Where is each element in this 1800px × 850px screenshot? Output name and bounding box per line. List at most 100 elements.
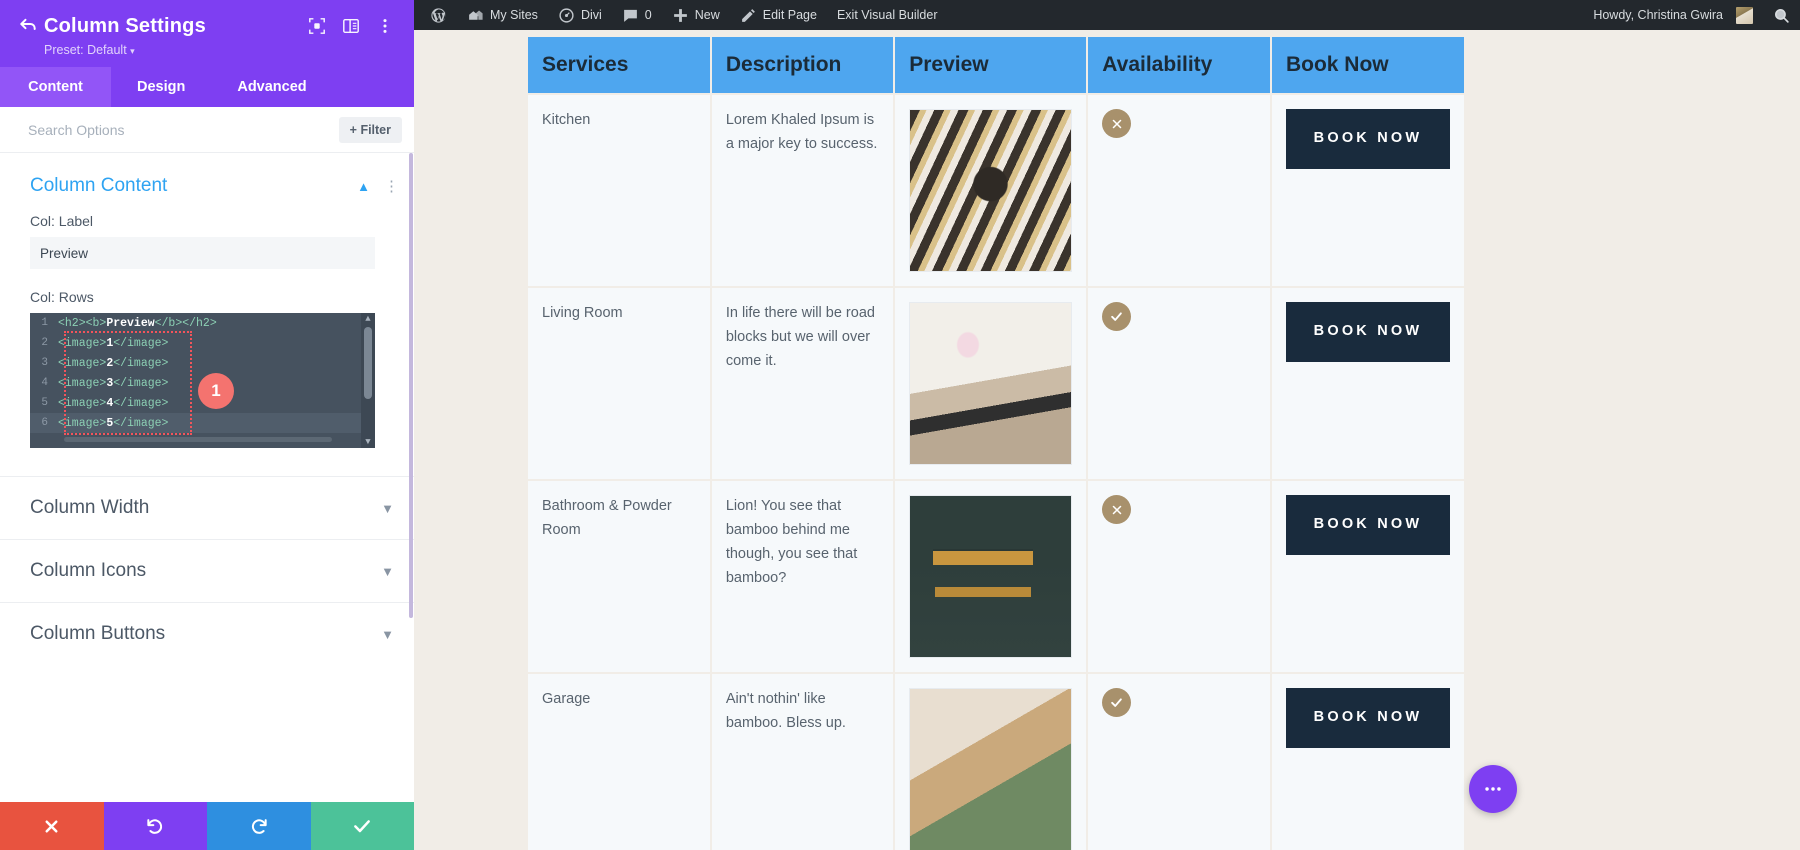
code-line[interactable]: 6 <image>5</image> — [30, 413, 375, 433]
search-input[interactable] — [28, 121, 339, 138]
fullscreen-icon[interactable] — [308, 17, 326, 35]
tab-content[interactable]: Content — [0, 67, 111, 107]
code-line-text: <h2><b>Preview</b></h2> — [58, 316, 217, 330]
book-now-button[interactable]: BOOK NOW — [1285, 688, 1450, 748]
accordion-label: Column Buttons — [30, 623, 166, 644]
cross-circle-icon — [1102, 109, 1132, 138]
search-icon[interactable] — [1763, 0, 1800, 30]
cell-book-now: BOOK NOW — [1271, 481, 1464, 672]
admin-bar-label: My Sites — [490, 8, 538, 22]
cell-preview — [895, 481, 1087, 672]
check-circle-icon — [1102, 688, 1132, 717]
redo-button[interactable] — [207, 802, 311, 850]
undo-button[interactable] — [103, 802, 207, 850]
comment-count: 0 — [644, 8, 652, 22]
preset-selector[interactable]: Preset: Default ▾ — [18, 43, 396, 57]
chevron-down-icon: ▼ — [381, 626, 394, 642]
table-head: Services Description Preview Availabilit… — [528, 37, 1464, 93]
code-horizontal-scrollbar[interactable] — [64, 437, 332, 442]
cell-preview — [895, 95, 1087, 286]
panel-scroll-thumb[interactable] — [409, 153, 413, 618]
step-badge-1: 1 — [198, 373, 234, 409]
book-now-button[interactable]: BOOK NOW — [1285, 302, 1450, 362]
tab-advanced[interactable]: Advanced — [211, 67, 332, 107]
scroll-up-icon[interactable]: ▲ — [361, 313, 375, 325]
code-line-number: 1 — [41, 317, 48, 329]
table-header-row: Services Description Preview Availabilit… — [528, 37, 1464, 93]
cell-availability — [1088, 288, 1270, 479]
preset-label: Preset: Default — [44, 43, 127, 57]
code-line[interactable]: 1 <h2><b>Preview</b></h2> — [30, 313, 375, 333]
garage-decor-photo — [909, 688, 1073, 850]
discard-changes-button[interactable] — [0, 802, 104, 850]
col-rows-label: Col: Rows — [30, 289, 94, 305]
admin-bar-right: Howdy, Christina Gwira — [1583, 0, 1800, 30]
check-circle-icon — [1102, 302, 1132, 331]
admin-bar-label: Exit Visual Builder — [836, 8, 938, 22]
chevron-down-icon: ▼ — [381, 563, 394, 579]
table-body: Kitchen Lorem Khaled Ipsum is a major key… — [528, 95, 1464, 850]
code-line[interactable]: 3 <image>2</image> — [30, 353, 375, 373]
code-vertical-scrollbar[interactable]: ▲ ▼ — [361, 313, 375, 448]
ellipsis-icon[interactable] — [1469, 765, 1517, 813]
cell-availability — [1088, 674, 1270, 850]
page-preview-area: My Sites Divi 0 New Edit Page Exit Visua… — [414, 0, 1800, 850]
wordpress-logo-icon[interactable] — [420, 0, 457, 30]
save-button[interactable] — [310, 802, 414, 850]
panel-scrollbar[interactable] — [408, 153, 414, 802]
col-rows-field-group: Col: Rows 1 <h2><b>Preview</b></h2> 2 <imag… — [0, 289, 414, 448]
code-line-number: 6 — [41, 417, 48, 429]
scroll-down-icon[interactable]: ▼ — [361, 436, 375, 448]
code-line-text: <image>1</image> — [58, 336, 169, 350]
admin-bar-divi[interactable]: Divi — [548, 0, 612, 30]
cell-book-now: BOOK NOW — [1271, 95, 1464, 286]
table-row: Garage Ain't nothin' like bamboo. Bless u… — [528, 674, 1464, 850]
book-now-button[interactable]: BOOK NOW — [1285, 109, 1450, 169]
column-header-preview: Preview — [895, 37, 1087, 93]
accordion-column-width[interactable]: Column Width ▼ — [0, 476, 414, 539]
col-label-field-group: Col: Label — [0, 213, 414, 269]
accordion-column-buttons[interactable]: Column Buttons ▼ — [0, 602, 414, 665]
back-arrow-icon[interactable] — [18, 14, 44, 38]
column-content-section-header: Column Content ▲ ⋮ — [0, 153, 414, 213]
column-header-book-now: Book Now — [1271, 37, 1464, 93]
table-row: Kitchen Lorem Khaled Ipsum is a major key… — [528, 95, 1464, 286]
col-rows-code-editor[interactable]: 1 <h2><b>Preview</b></h2> 2 <image>1</image… — [30, 313, 375, 448]
column-header-services: Services — [528, 37, 710, 93]
code-lines[interactable]: 1 <h2><b>Preview</b></h2> 2 <image>1</image… — [30, 313, 375, 433]
code-line-text: <image>3</image> — [58, 376, 169, 390]
settings-tabs: Content Design Advanced — [0, 67, 414, 107]
accordion-label: Column Width — [30, 497, 150, 518]
chevron-down-icon: ▾ — [130, 46, 135, 56]
admin-bar-comments[interactable]: 0 — [612, 0, 662, 30]
accordion-column-icons[interactable]: Column Icons ▼ — [0, 539, 414, 602]
admin-bar-new[interactable]: New — [662, 0, 730, 30]
admin-bar-edit-page[interactable]: Edit Page — [730, 0, 827, 30]
layout-view-icon[interactable] — [342, 17, 360, 35]
admin-bar-exit-visual-builder[interactable]: Exit Visual Builder — [827, 0, 948, 30]
col-label-input[interactable] — [30, 237, 375, 269]
admin-bar-account[interactable]: Howdy, Christina Gwira — [1583, 0, 1763, 30]
col-label-label: Col: Label — [30, 213, 94, 229]
more-options-icon[interactable] — [376, 17, 394, 35]
vertical-dots-icon[interactable]: ⋮ — [384, 177, 400, 195]
code-line-number: 5 — [41, 397, 48, 409]
cell-availability — [1088, 481, 1270, 672]
code-scroll-thumb[interactable] — [364, 327, 372, 399]
cell-book-now: BOOK NOW — [1271, 674, 1464, 850]
page-canvas: Services Description Preview Availabilit… — [414, 30, 1800, 850]
panel-header: Column Settings Preset: Default ▾ — [0, 0, 414, 67]
code-line[interactable]: 2 <image>1</image> — [30, 333, 375, 353]
tab-design[interactable]: Design — [111, 67, 211, 107]
book-now-button[interactable]: BOOK NOW — [1285, 495, 1450, 555]
section-title: Column Content — [30, 175, 168, 196]
column-header-description: Description — [711, 37, 894, 93]
admin-bar-my-sites[interactable]: My Sites — [457, 0, 548, 30]
wall-shelves-photo — [909, 495, 1073, 658]
code-line-number: 3 — [41, 357, 48, 369]
chevron-up-icon[interactable]: ▲ — [357, 179, 370, 194]
filter-button[interactable]: + Filter — [338, 116, 402, 143]
wordpress-admin-bar: My Sites Divi 0 New Edit Page Exit Visua… — [414, 0, 1800, 30]
